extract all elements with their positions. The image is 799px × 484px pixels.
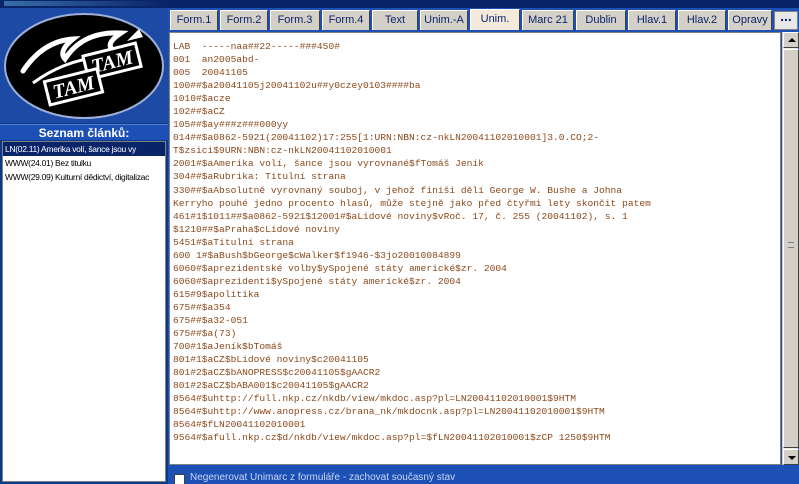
tab-unim[interactable]: Unim. (470, 9, 520, 31)
scroll-up-button[interactable] (783, 32, 799, 48)
record-line: Kerryho pouhé jedno procento hlasů, může… (173, 197, 651, 209)
record-line: 700#1$aJeník$bTomáš (173, 341, 283, 353)
tab-form-3[interactable]: Form.3 (270, 10, 320, 30)
record-line: 8564#$fLN20041102010001 (173, 419, 306, 431)
record-line: 675##$a354 (173, 301, 231, 313)
record-line: 801#2$aCZ$bABA001$c20041105$gAACR2 (173, 380, 369, 392)
editor-container: LAB -----naa##22-----###450# 001 an2005ab… (168, 30, 799, 468)
record-lines: LAB -----naa##22-----###450# 001 an2005ab… (170, 33, 780, 444)
tab-form-2[interactable]: Form.2 (220, 10, 268, 30)
tab-form-1[interactable]: Form.1 (170, 10, 218, 30)
record-line: 801#1$aCZ$bLidové noviny$c20041105 (173, 354, 369, 366)
record-line: 675##$a(73) (173, 328, 237, 340)
tab-text[interactable]: Text (372, 10, 418, 30)
record-line: 9564#$afull.nkp.cz$d/nkdb/view/mkdoc.asp… (173, 432, 611, 444)
record-line: 801#2$aCZ$bANOPRESS$c20041105$gAACR2 (173, 367, 381, 379)
keep-state-checkbox[interactable] (174, 474, 185, 484)
keep-state-label: Negenerovat Unimarc z formuláře - zachov… (190, 472, 456, 483)
record-line: T$zsici$9URN:NBN:cz-nkLN20041102010001 (173, 145, 392, 157)
tab-hlav-1[interactable]: Hlav.1 (628, 10, 676, 30)
record-line: 100##$a20041105j20041102u##y0czey0103###… (173, 80, 421, 92)
record-line: 6060#$aprezidentské volby$ySpojené státy… (173, 262, 507, 274)
record-line: 461#1$1011##$a0862-5921$12001#$aLidové n… (173, 210, 628, 222)
tab-unim-a[interactable]: Unim.-A (420, 10, 468, 30)
article-list[interactable]: LN(02.11) Amerika volí, šance jsou vy WWW… (2, 141, 166, 482)
more-tabs-button[interactable]: ... (774, 9, 798, 30)
record-line: 615#9$apolitika (173, 288, 260, 300)
bottom-bar: Negenerovat Unimarc z formuláře - zachov… (168, 468, 799, 484)
tam-logo: TAM TAM (4, 13, 164, 119)
unimarc-record-textarea[interactable]: LAB -----naa##22-----###450# 001 an2005ab… (169, 32, 781, 465)
tab-form-4[interactable]: Form.4 (322, 10, 370, 30)
record-line: 330##$aAbsolutně vyrovnaný souboj, v jeh… (173, 184, 623, 196)
record-line: 8564#$uhttp://www.anopress.cz/brana_nk/m… (173, 406, 605, 418)
record-line: 2001#$aAmerika volí, šance jsou vyrovnan… (173, 158, 484, 170)
scroll-down-button[interactable] (783, 449, 799, 465)
record-line: LAB -----naa##22-----###450# (173, 41, 340, 52)
record-line: 6060#$aprezidenti$ySpojené státy americk… (173, 275, 461, 287)
tab-hlav-2[interactable]: Hlav.2 (678, 10, 726, 30)
arrow-up-icon (788, 38, 796, 42)
left-panel: TAM TAM Seznam článků: LN(02.11) Amerika… (0, 8, 168, 484)
article-list-title: Seznam článků: (0, 124, 168, 140)
vertical-scrollbar[interactable] (782, 32, 799, 465)
record-line: 1010#$acze (173, 93, 231, 105)
grip-icon (788, 242, 794, 248)
format-tabs: Form.1 Form.2 Form.3 Form.4 Text Unim.-A Unim.… (168, 8, 799, 31)
record-line: 005 20041105 (173, 67, 248, 79)
record-line: 001 an2005abd- (173, 54, 260, 66)
tab-dublin[interactable]: Dublin (576, 10, 626, 30)
record-line: 304##$aRubrika: Titulní strana (173, 171, 346, 183)
record-line: 014##$a0862-5921(20041102)17:255[1:URN:N… (173, 132, 600, 144)
tab-opravy[interactable]: Opravy (728, 10, 772, 30)
record-line: 5451#$aTitulní strana (173, 236, 294, 248)
scroll-thumb[interactable] (783, 49, 799, 448)
app-window: TAM TAM Seznam článků: LN(02.11) Amerika… (0, 0, 799, 484)
logo-area: TAM TAM (0, 8, 168, 123)
record-line: 8564#$uhttp://full.nkp.cz/nkdb/view/mkdo… (173, 393, 577, 405)
title-bar (0, 0, 799, 8)
record-line: 105##$ay###z###000yy (173, 119, 289, 131)
article-list-item[interactable]: WWW(24.01) Bez titulku (3, 156, 165, 170)
record-line: 600 1#$aBush$bGeorge$cWalker$f1946-$3jo2… (173, 249, 461, 261)
record-line: 675##$a32-051 (173, 314, 248, 326)
article-list-item[interactable]: LN(02.11) Amerika volí, šance jsou vy (3, 142, 165, 156)
tab-marc-21[interactable]: Marc 21 (522, 10, 574, 30)
article-list-item[interactable]: WWW(29.09) Kulturní dědictví, digitaliza… (3, 170, 165, 184)
record-line: $1210##$aPraha$cLidové noviny (173, 223, 340, 235)
record-line: 102##$aCZ (173, 106, 225, 118)
arrow-down-icon (788, 456, 796, 460)
